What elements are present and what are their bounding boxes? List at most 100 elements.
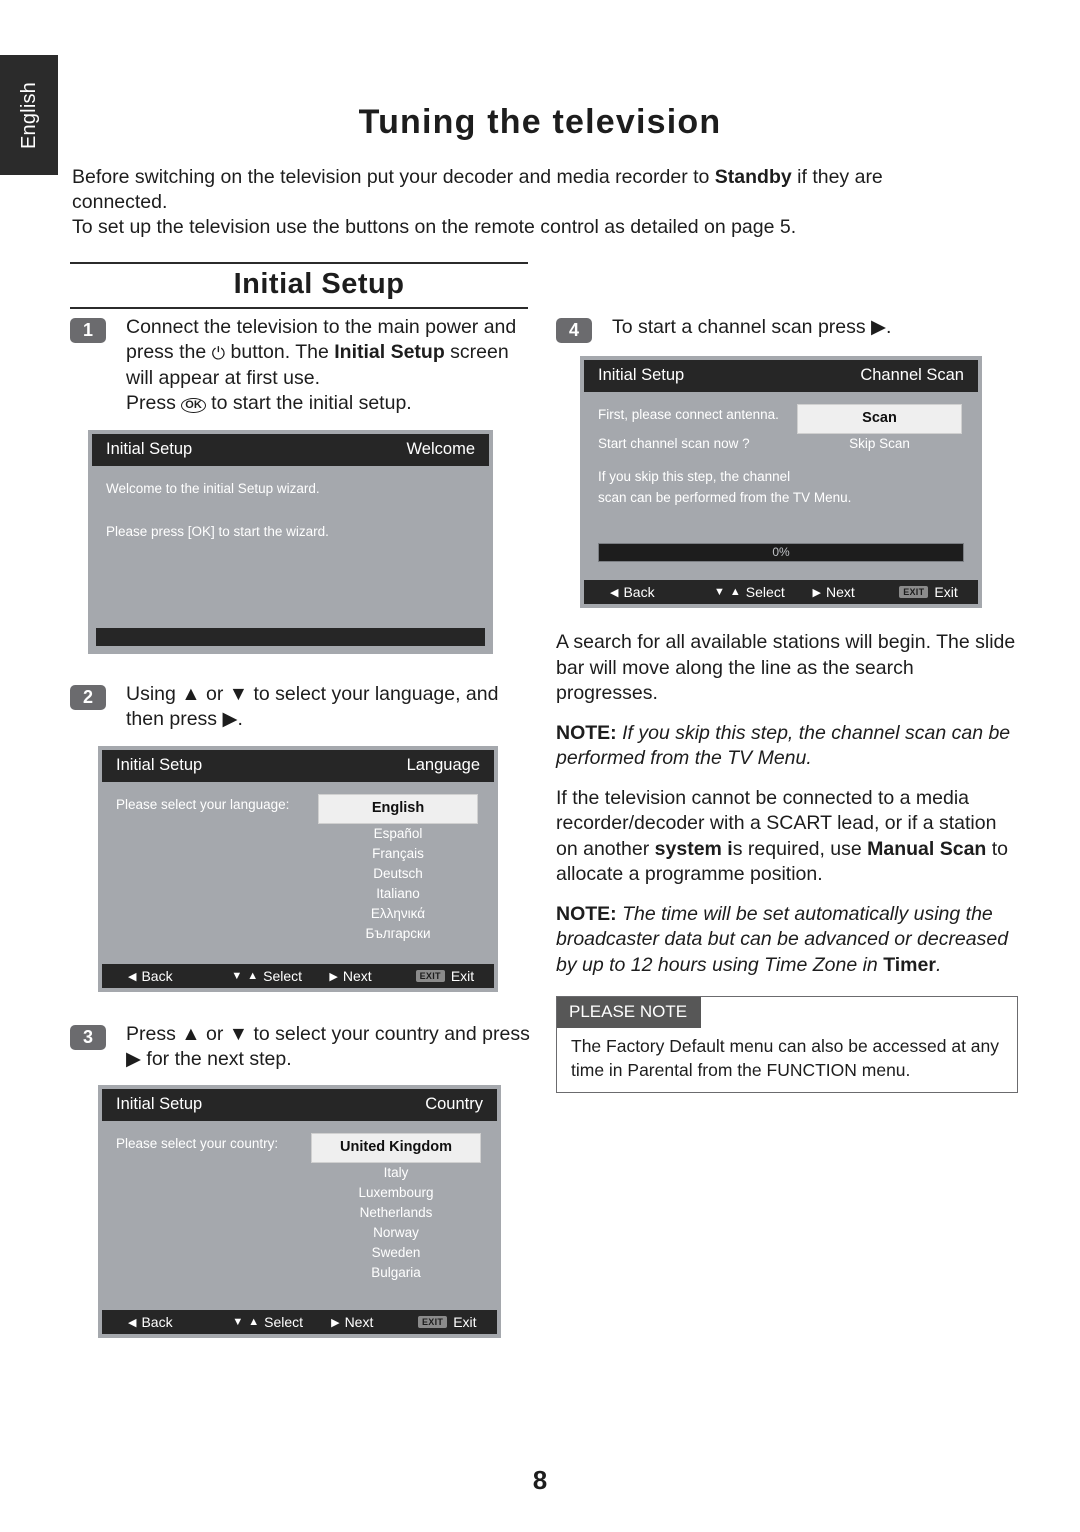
osd-welcome-title: Initial Setup xyxy=(106,440,193,458)
intro-text: Before switching on the television put y… xyxy=(72,165,952,240)
paragraph-manual-scan-c: s required, use xyxy=(732,837,868,860)
osd-welcome-screen: Initial Setup Welcome Welcome to the ini… xyxy=(88,430,493,654)
osd-channel-scan-next-label: Next xyxy=(825,584,855,600)
osd-language-option[interactable]: Español xyxy=(318,824,478,844)
arrow-down-icon: ▼ xyxy=(231,970,243,982)
osd-channel-scan-option-list[interactable]: Scan Skip Scan xyxy=(797,404,962,454)
osd-country-option[interactable]: Bulgaria xyxy=(311,1263,481,1283)
osd-country-titlebar: Initial Setup Country xyxy=(102,1089,497,1121)
osd-country-selected-option[interactable]: United Kingdom xyxy=(311,1133,481,1163)
osd-country-option[interactable]: Netherlands xyxy=(311,1203,481,1223)
osd-language-body: Please select your language: English Esp… xyxy=(102,782,494,964)
osd-welcome-titlebar: Initial Setup Welcome xyxy=(92,434,489,466)
osd-country-next-button[interactable]: ▶ Next xyxy=(331,1314,418,1330)
ok-button-icon: OK xyxy=(181,398,206,413)
osd-country-select-label: Select xyxy=(264,1314,304,1330)
note-skip-step-body: If you skip this step, the channel scan … xyxy=(556,721,1011,770)
arrow-left-icon: ◀ xyxy=(128,970,137,983)
osd-language-exit-label: Exit xyxy=(450,968,475,984)
osd-channel-scan-body: First, please connect antenna. Start cha… xyxy=(584,392,978,580)
osd-language-select-button[interactable]: ▼ ▲ Select xyxy=(231,968,329,984)
please-note-box: PLEASE NOTE The Factory Default menu can… xyxy=(556,996,1018,1093)
osd-language-selected-option[interactable]: English xyxy=(318,794,478,824)
step-3: 3 Press ▲ or ▼ to select your country an… xyxy=(70,1022,540,1072)
osd-country-screen: Initial Setup Country Please select your… xyxy=(98,1085,501,1338)
osd-country-back-label: Back xyxy=(141,1314,173,1330)
osd-channel-scan-option[interactable]: Skip Scan xyxy=(797,434,962,454)
step-2-text: Using ▲ or ▼ to select your language, an… xyxy=(126,683,499,730)
osd-country-back-button[interactable]: ◀ Back xyxy=(102,1314,232,1330)
osd-country-next-label: Next xyxy=(344,1314,374,1330)
osd-channel-scan-title: Initial Setup xyxy=(598,366,685,384)
osd-channel-scan-selected-option[interactable]: Scan xyxy=(797,404,962,434)
osd-channel-scan-back-button[interactable]: ◀ Back xyxy=(584,584,714,600)
paragraph-manual-scan-bold-manual: Manual Scan xyxy=(867,837,987,860)
note-time-zone-end: . xyxy=(935,953,942,976)
osd-channel-scan-line-3: If you skip this step, the channel xyxy=(598,469,791,484)
osd-language-exit-button[interactable]: EXIT Exit xyxy=(415,968,494,984)
osd-language-next-button[interactable]: ▶ Next xyxy=(329,968,415,984)
osd-language-option[interactable]: Ελληνικά xyxy=(318,904,478,924)
page-number: 8 xyxy=(532,1465,548,1495)
osd-language-option[interactable]: Български xyxy=(318,924,478,944)
osd-channel-scan-progress-bar: 0% xyxy=(598,543,964,562)
osd-language-option-list[interactable]: English Español Français Deutsch Italian… xyxy=(318,794,478,944)
arrow-right-icon: ▶ xyxy=(331,1316,340,1329)
right-column: 4 To start a channel scan press ▶. Initi… xyxy=(556,315,1018,1093)
section-banner-title: Initial Setup xyxy=(233,268,405,300)
osd-country-option[interactable]: Italy xyxy=(311,1163,481,1183)
arrow-right-icon: ▶ xyxy=(329,970,338,983)
note-time-zone: NOTE: The time will be set automatically… xyxy=(556,902,1018,979)
osd-country-select-button[interactable]: ▼ ▲ Select xyxy=(232,1314,331,1330)
osd-welcome-body: Welcome to the initial Setup wizard. Ple… xyxy=(92,466,489,628)
osd-language-screen: Initial Setup Language Please select you… xyxy=(98,746,498,992)
osd-country-option[interactable]: Norway xyxy=(311,1223,481,1243)
arrow-right-icon: ▶ xyxy=(812,586,821,599)
step-1-text: Connect the television to the main power… xyxy=(126,315,540,416)
osd-country-exit-label: Exit xyxy=(453,1314,477,1330)
exit-key-icon: EXIT xyxy=(415,970,445,982)
step-4: 4 To start a channel scan press ▶. xyxy=(556,315,1018,343)
arrow-up-icon: ▲ xyxy=(729,586,741,598)
osd-channel-scan-next-button[interactable]: ▶ Next xyxy=(813,584,900,600)
osd-channel-scan-select-label: Select xyxy=(745,584,785,600)
osd-country-option[interactable]: Sweden xyxy=(311,1243,481,1263)
osd-channel-scan-progress-label: 0% xyxy=(772,545,790,559)
step-3-text: Press ▲ or ▼ to select your country and … xyxy=(126,1023,530,1070)
please-note-body: The Factory Default menu can also be acc… xyxy=(571,1036,1000,1080)
intro-line-2: To set up the television use the buttons… xyxy=(72,216,797,238)
osd-country-option-list[interactable]: United Kingdom Italy Luxembourg Netherla… xyxy=(311,1133,481,1283)
osd-welcome-line-1: Welcome to the initial Setup wizard. xyxy=(106,481,320,496)
osd-language-back-label: Back xyxy=(141,968,173,984)
exit-key-icon: EXIT xyxy=(899,586,929,598)
section-banner: Initial Setup xyxy=(70,262,528,309)
step-4-text: To start a channel scan press ▶. xyxy=(612,316,892,338)
osd-country-option[interactable]: Luxembourg xyxy=(311,1183,481,1203)
note-skip-step: NOTE: If you skip this step, the channel… xyxy=(556,721,1018,772)
osd-channel-scan-exit-button[interactable]: EXIT Exit xyxy=(899,584,978,600)
osd-channel-scan-screen: Initial Setup Channel Scan First, please… xyxy=(580,356,982,608)
osd-language-option[interactable]: Deutsch xyxy=(318,864,478,884)
osd-welcome-line-2: Please press [OK] to start the wizard. xyxy=(106,524,329,539)
intro-line-1-a: Before switching on the television put y… xyxy=(72,166,715,188)
osd-language-option[interactable]: Italiano xyxy=(318,884,478,904)
osd-language-screen-name: Language xyxy=(406,756,480,774)
arrow-down-icon: ▼ xyxy=(714,586,725,598)
osd-welcome-bottom-strip xyxy=(96,628,485,646)
osd-language-back-button[interactable]: ◀ Back xyxy=(102,968,231,984)
osd-language-option[interactable]: Français xyxy=(318,844,478,864)
arrow-down-icon: ▼ xyxy=(232,1316,244,1328)
power-icon: ⏻ xyxy=(211,344,226,363)
osd-channel-scan-select-button[interactable]: ▼ ▲ Select xyxy=(714,584,813,600)
step-2-badge: 2 xyxy=(70,685,106,710)
osd-language-title: Initial Setup xyxy=(116,756,203,774)
step-1-bold: Initial Setup xyxy=(334,341,445,363)
step-3-badge: 3 xyxy=(70,1025,106,1050)
note-time-zone-bold-timer: Timer xyxy=(883,953,936,976)
osd-channel-scan-exit-label: Exit xyxy=(934,584,958,600)
osd-country-title: Initial Setup xyxy=(116,1095,203,1113)
osd-country-exit-button[interactable]: EXIT Exit xyxy=(417,1314,497,1330)
step-1: 1 Connect the television to the main pow… xyxy=(70,315,540,416)
arrow-up-icon: ▲ xyxy=(247,970,259,982)
osd-language-select-label: Select xyxy=(263,968,303,984)
